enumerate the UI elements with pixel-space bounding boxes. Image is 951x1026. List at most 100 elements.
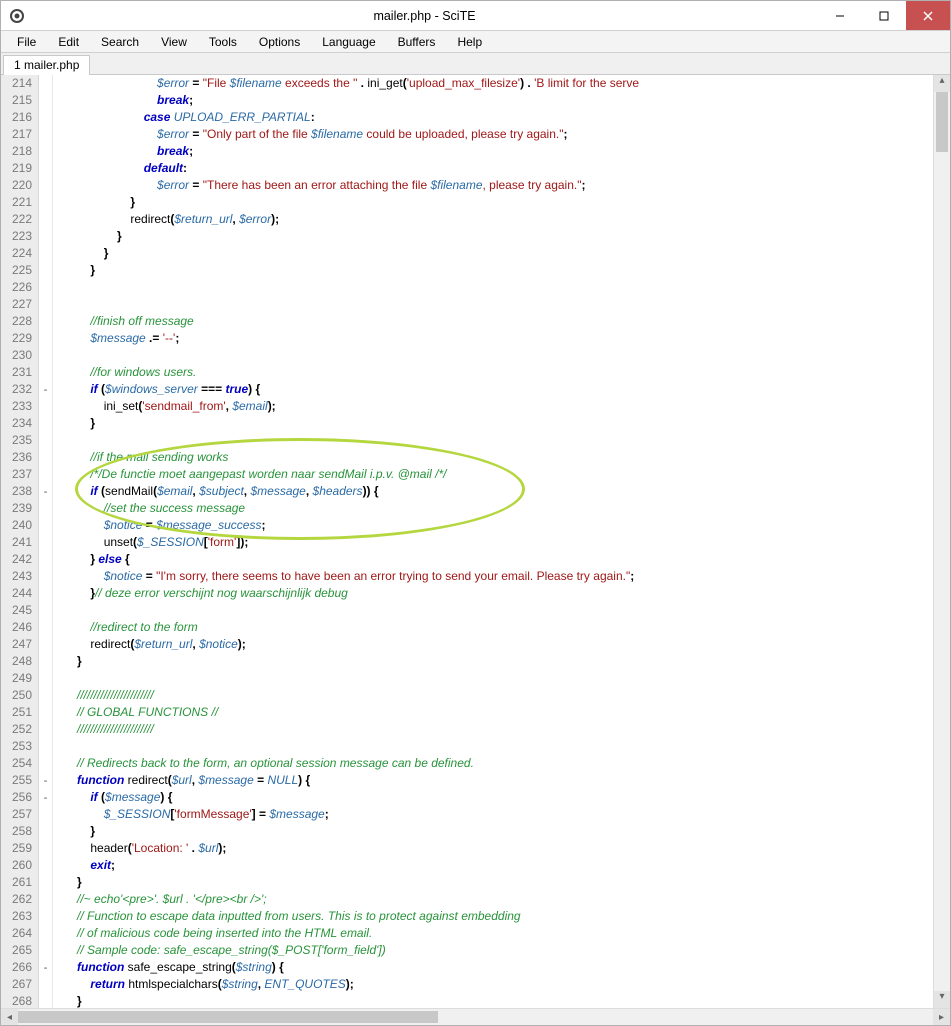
- fold-marker[interactable]: [39, 347, 52, 364]
- code-line[interactable]: }// deze error verschijnt nog waarschijn…: [53, 585, 933, 602]
- fold-marker[interactable]: [39, 908, 52, 925]
- fold-marker[interactable]: [39, 500, 52, 517]
- window-minimize-button[interactable]: [818, 1, 862, 30]
- code-line[interactable]: unset($_SESSION['form']);: [53, 534, 933, 551]
- code-line[interactable]: case UPLOAD_ERR_PARTIAL:: [53, 109, 933, 126]
- code-line[interactable]: $error = "File $filename exceeds the " .…: [53, 75, 933, 92]
- fold-marker[interactable]: [39, 568, 52, 585]
- code-line[interactable]: break;: [53, 143, 933, 160]
- fold-marker[interactable]: -: [39, 381, 52, 398]
- code-line[interactable]: [53, 432, 933, 449]
- fold-marker[interactable]: [39, 75, 52, 92]
- menu-help[interactable]: Help: [447, 33, 492, 51]
- fold-marker[interactable]: [39, 228, 52, 245]
- code-line[interactable]: }: [53, 823, 933, 840]
- code-line[interactable]: ///////////////////////: [53, 721, 933, 738]
- menu-edit[interactable]: Edit: [48, 33, 89, 51]
- code-line[interactable]: redirect($return_url, $notice);: [53, 636, 933, 653]
- fold-marker[interactable]: [39, 534, 52, 551]
- code-line[interactable]: exit;: [53, 857, 933, 874]
- fold-marker[interactable]: [39, 704, 52, 721]
- code-line[interactable]: }: [53, 874, 933, 891]
- menu-view[interactable]: View: [151, 33, 197, 51]
- menu-tools[interactable]: Tools: [199, 33, 247, 51]
- fold-marker[interactable]: [39, 738, 52, 755]
- scroll-up-icon[interactable]: ▴: [934, 75, 950, 92]
- fold-marker[interactable]: [39, 670, 52, 687]
- fold-marker[interactable]: [39, 92, 52, 109]
- scroll-left-icon[interactable]: ◂: [1, 1009, 18, 1025]
- code-line[interactable]: }: [53, 262, 933, 279]
- window-maximize-button[interactable]: [862, 1, 906, 30]
- fold-marker[interactable]: [39, 466, 52, 483]
- code-line[interactable]: break;: [53, 92, 933, 109]
- fold-marker[interactable]: [39, 143, 52, 160]
- code-line[interactable]: if ($message) {: [53, 789, 933, 806]
- code-line[interactable]: //for windows users.: [53, 364, 933, 381]
- fold-marker[interactable]: [39, 160, 52, 177]
- code-line[interactable]: header('Location: ' . $url);: [53, 840, 933, 857]
- code-line[interactable]: $_SESSION['formMessage'] = $message;: [53, 806, 933, 823]
- fold-marker[interactable]: [39, 262, 52, 279]
- menu-search[interactable]: Search: [91, 33, 149, 51]
- code-line[interactable]: return htmlspecialchars($string, ENT_QUO…: [53, 976, 933, 993]
- menu-file[interactable]: File: [7, 33, 46, 51]
- window-close-button[interactable]: [906, 1, 950, 30]
- menu-buffers[interactable]: Buffers: [388, 33, 446, 51]
- code-line[interactable]: [53, 602, 933, 619]
- code-line[interactable]: $notice = $message_success;: [53, 517, 933, 534]
- fold-marker[interactable]: [39, 517, 52, 534]
- fold-marker[interactable]: [39, 194, 52, 211]
- fold-marker[interactable]: [39, 602, 52, 619]
- fold-marker[interactable]: [39, 330, 52, 347]
- fold-marker[interactable]: [39, 211, 52, 228]
- fold-marker[interactable]: [39, 245, 52, 262]
- code-line[interactable]: $error = "Only part of the file $filenam…: [53, 126, 933, 143]
- code-line[interactable]: //if the mail sending works: [53, 449, 933, 466]
- code-line[interactable]: }: [53, 993, 933, 1008]
- fold-marker[interactable]: [39, 296, 52, 313]
- code-line[interactable]: /*/De functie moet aangepast worden naar…: [53, 466, 933, 483]
- fold-marker[interactable]: [39, 126, 52, 143]
- fold-marker[interactable]: [39, 449, 52, 466]
- code-line[interactable]: [53, 738, 933, 755]
- code-line[interactable]: [53, 347, 933, 364]
- fold-marker[interactable]: [39, 857, 52, 874]
- scroll-down-icon[interactable]: ▾: [934, 991, 950, 1008]
- fold-marker[interactable]: [39, 721, 52, 738]
- fold-marker[interactable]: [39, 279, 52, 296]
- code-line[interactable]: [53, 670, 933, 687]
- fold-marker[interactable]: [39, 653, 52, 670]
- code-line[interactable]: // Sample code: safe_escape_string($_POS…: [53, 942, 933, 959]
- code-line[interactable]: ///////////////////////: [53, 687, 933, 704]
- code-line[interactable]: // GLOBAL FUNCTIONS //: [53, 704, 933, 721]
- code-content[interactable]: $error = "File $filename exceeds the " .…: [53, 75, 933, 1008]
- fold-marker[interactable]: [39, 891, 52, 908]
- fold-marker[interactable]: [39, 109, 52, 126]
- vertical-scrollbar[interactable]: ▴ ▾: [933, 75, 950, 1008]
- fold-marker[interactable]: [39, 398, 52, 415]
- fold-marker[interactable]: [39, 993, 52, 1008]
- scroll-right-icon[interactable]: ▸: [933, 1009, 950, 1025]
- fold-marker[interactable]: [39, 364, 52, 381]
- fold-marker[interactable]: [39, 840, 52, 857]
- code-line[interactable]: [53, 279, 933, 296]
- horizontal-scrollbar[interactable]: ◂ ▸: [1, 1008, 950, 1025]
- code-line[interactable]: //redirect to the form: [53, 619, 933, 636]
- code-line[interactable]: }: [53, 194, 933, 211]
- code-line[interactable]: if (sendMail($email, $subject, $message,…: [53, 483, 933, 500]
- fold-marker[interactable]: [39, 874, 52, 891]
- code-line[interactable]: if ($windows_server === true) {: [53, 381, 933, 398]
- fold-marker[interactable]: [39, 755, 52, 772]
- fold-marker[interactable]: [39, 806, 52, 823]
- fold-marker[interactable]: -: [39, 483, 52, 500]
- code-line[interactable]: // Redirects back to the form, an option…: [53, 755, 933, 772]
- fold-marker[interactable]: [39, 177, 52, 194]
- code-line[interactable]: //~ echo'<pre>'. $url . '</pre><br />';: [53, 891, 933, 908]
- fold-marker[interactable]: [39, 415, 52, 432]
- code-line[interactable]: // Function to escape data inputted from…: [53, 908, 933, 925]
- code-line[interactable]: function redirect($url, $message = NULL)…: [53, 772, 933, 789]
- code-line[interactable]: ini_set('sendmail_from', $email);: [53, 398, 933, 415]
- code-line[interactable]: }: [53, 415, 933, 432]
- fold-marker[interactable]: [39, 636, 52, 653]
